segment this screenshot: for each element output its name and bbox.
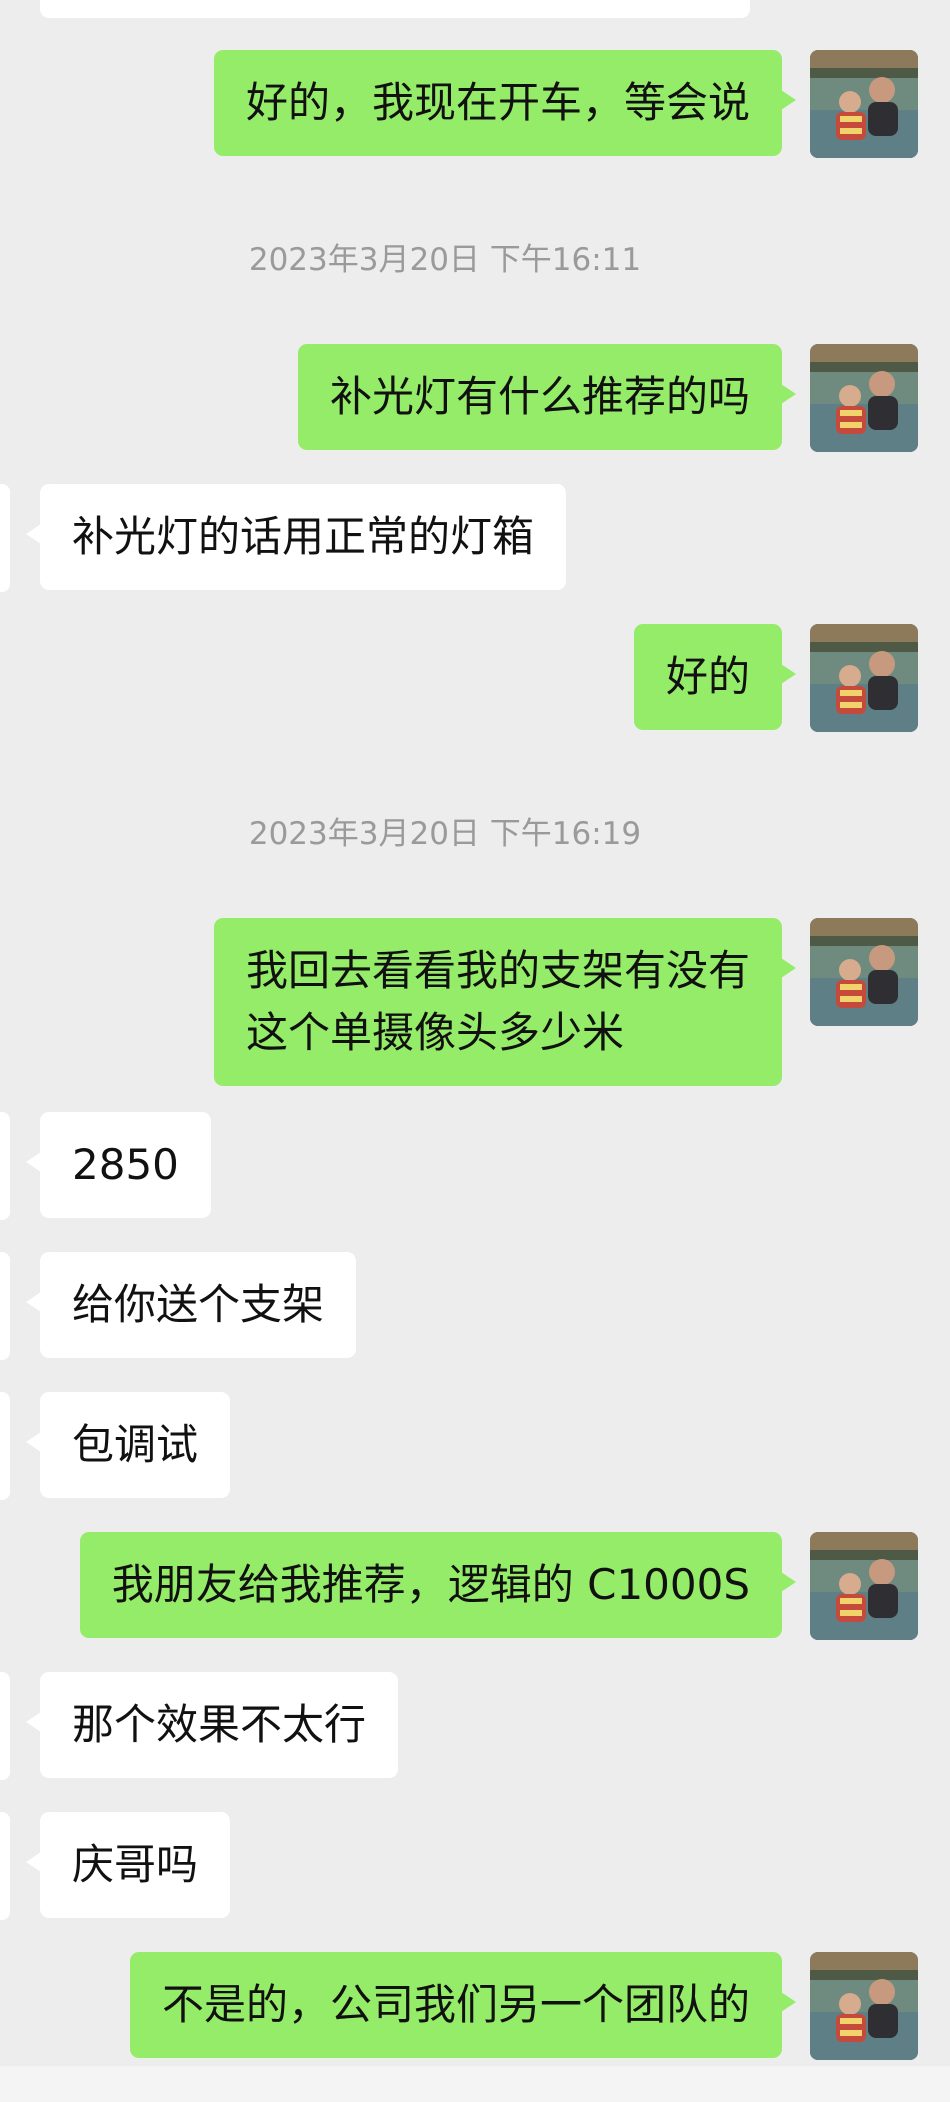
user-photo-icon <box>810 344 918 452</box>
contact-avatar[interactable] <box>0 1812 10 1920</box>
received-message-bubble[interactable]: 庆哥吗 <box>25 1812 231 1918</box>
message-text: 我回去看看我的支架有没有 <box>245 946 750 995</box>
received-message-bubble[interactable]: 给你送个支架 <box>25 1252 357 1358</box>
message-text: 2850 <box>72 1140 179 1189</box>
contact-avatar[interactable] <box>0 1392 10 1500</box>
message-text: 不是的，公司我们另一个团队的 <box>161 1980 750 2029</box>
my-avatar[interactable] <box>810 624 918 732</box>
my-avatar[interactable] <box>810 50 918 158</box>
contact-avatar[interactable] <box>0 1252 10 1360</box>
message-text: 补光灯有什么推荐的吗 <box>329 372 750 421</box>
my-avatar[interactable] <box>810 344 918 452</box>
bottom-edge <box>0 2066 950 2102</box>
sent-message-bubble[interactable]: 好的 <box>633 624 797 730</box>
message-timestamp: 2023年3月20日 下午16:19 <box>248 816 642 852</box>
message-text: 包调试 <box>72 1420 199 1469</box>
sent-message-bubble[interactable]: 我回去看看我的支架有没有 这个单摄像头多少米 <box>213 918 797 1086</box>
received-message-bubble[interactable]: 那个效果不太行 <box>25 1672 399 1778</box>
user-photo-icon <box>810 50 918 158</box>
message-timestamp: 2023年3月20日 下午16:11 <box>248 242 642 278</box>
sent-message-bubble[interactable]: 好的，我现在开车，等会说 <box>213 50 797 156</box>
message-text: 庆哥吗 <box>72 1840 199 1889</box>
previous-message-bubble[interactable] <box>40 0 750 18</box>
user-photo-icon <box>810 1952 918 2060</box>
contact-avatar[interactable] <box>0 484 10 592</box>
sent-message-bubble[interactable]: 我朋友给我推荐，逻辑的 C1000S <box>79 1532 797 1638</box>
message-text: 我朋友给我推荐，逻辑的 C1000S <box>111 1560 750 1609</box>
contact-avatar[interactable] <box>0 1112 10 1220</box>
user-photo-icon <box>810 918 918 1026</box>
my-avatar[interactable] <box>810 1532 918 1640</box>
chat-message-list[interactable]: 好的，我现在开车，等会说 2023年3月20日 下午16:11 补光灯有什么推荐… <box>0 0 950 2102</box>
message-text: 好的 <box>665 652 750 701</box>
user-photo-icon <box>810 1532 918 1640</box>
message-text: 这个单摄像头多少米 <box>245 1008 624 1057</box>
message-text: 那个效果不太行 <box>72 1700 367 1749</box>
sent-message-bubble[interactable]: 补光灯有什么推荐的吗 <box>297 344 797 450</box>
my-avatar[interactable] <box>810 1952 918 2060</box>
message-text: 补光灯的话用正常的灯箱 <box>72 512 535 561</box>
contact-avatar[interactable] <box>0 1672 10 1780</box>
received-message-bubble[interactable]: 补光灯的话用正常的灯箱 <box>25 484 567 590</box>
my-avatar[interactable] <box>810 918 918 1026</box>
sent-message-bubble[interactable]: 不是的，公司我们另一个团队的 <box>129 1952 797 2058</box>
message-text: 给你送个支架 <box>72 1280 325 1329</box>
message-text: 好的，我现在开车，等会说 <box>245 78 750 127</box>
received-message-bubble[interactable]: 2850 <box>26 1112 211 1218</box>
received-message-bubble[interactable]: 包调试 <box>25 1392 231 1498</box>
user-photo-icon <box>810 624 918 732</box>
